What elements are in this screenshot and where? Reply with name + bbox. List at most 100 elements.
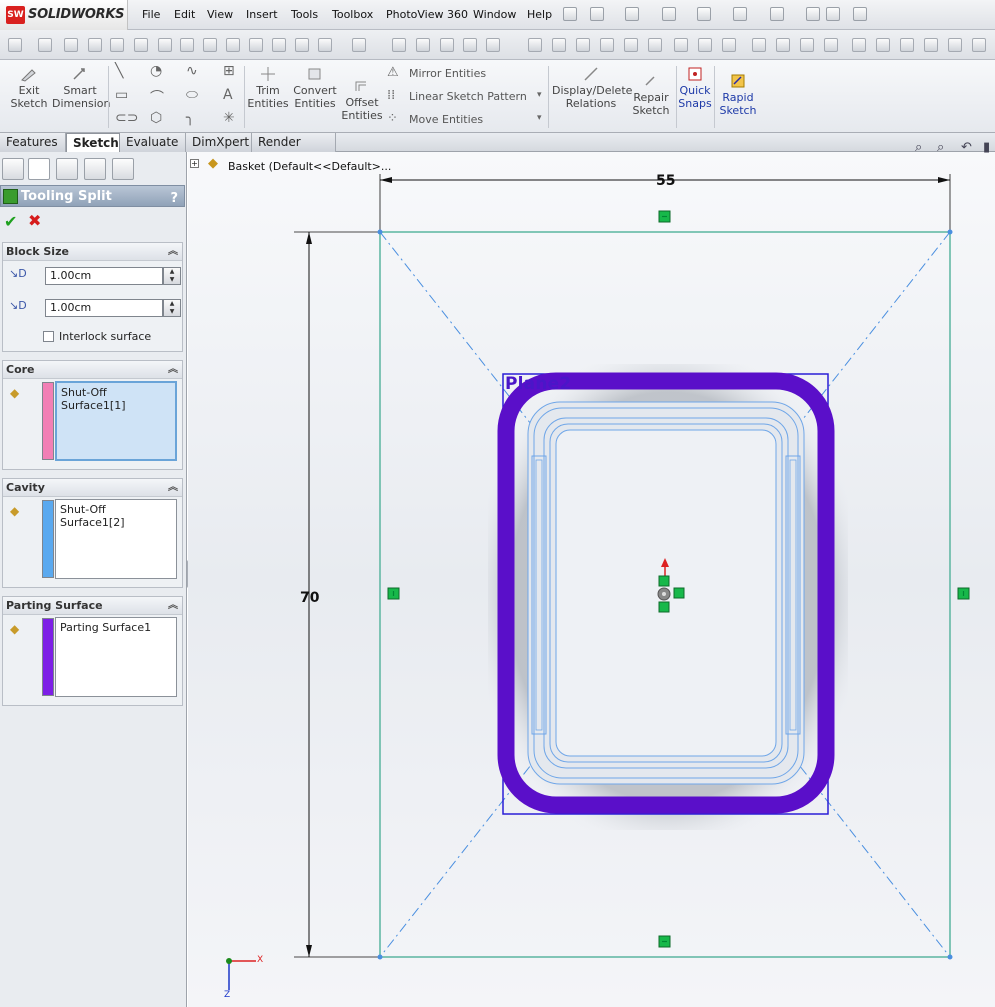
sketch-tools-icon-11[interactable] bbox=[249, 38, 263, 52]
mold-tools-icon-18[interactable] bbox=[824, 38, 838, 52]
rebuild-icon[interactable] bbox=[806, 7, 820, 21]
file-properties-icon[interactable] bbox=[826, 7, 840, 21]
offset-entities-button[interactable]: Offset Entities bbox=[341, 78, 383, 122]
mold-tools-icon-19[interactable] bbox=[852, 38, 866, 52]
exit-sketch-button[interactable]: Exit Sketch bbox=[6, 66, 52, 110]
mold-tools-icon-8[interactable] bbox=[576, 38, 590, 52]
sketch-tools-icon-15[interactable] bbox=[352, 38, 366, 52]
mirror-entities-button[interactable]: Mirror Entities bbox=[409, 67, 486, 80]
smart-dimension-button[interactable]: Smart Dimension bbox=[52, 66, 110, 110]
fillet-icon[interactable]: ╮ bbox=[186, 110, 194, 126]
depth-2-input[interactable]: 1.00cm bbox=[45, 299, 163, 317]
block-size-header[interactable]: Block Size ︽ bbox=[3, 243, 182, 261]
feature-manager-tab-icon[interactable] bbox=[2, 158, 24, 180]
core-selection-box[interactable]: Shut-Off Surface1[1] bbox=[55, 381, 177, 461]
spline-icon[interactable]: ∿ bbox=[186, 63, 198, 79]
rapid-sketch-button[interactable]: Rapid Sketch bbox=[717, 73, 759, 117]
spell-check-icon[interactable] bbox=[8, 38, 22, 52]
sketch-point[interactable] bbox=[377, 954, 383, 960]
menu-photoview[interactable]: PhotoView 360 bbox=[386, 8, 468, 21]
width-dimension-value[interactable]: 55 bbox=[656, 173, 675, 189]
mold-tools-icon-5[interactable] bbox=[486, 38, 500, 52]
new-document-icon[interactable] bbox=[590, 7, 604, 21]
sketch-tools-icon-7[interactable] bbox=[158, 38, 172, 52]
configuration-manager-tab-icon[interactable] bbox=[56, 158, 78, 180]
tab-dimxpert[interactable]: DimXpert bbox=[186, 133, 252, 152]
rectangle-icon[interactable]: ▭ bbox=[115, 87, 128, 103]
repair-sketch-button[interactable]: Repair Sketch bbox=[631, 73, 671, 117]
mold-tools-icon-17[interactable] bbox=[800, 38, 814, 52]
depth-1-spinner[interactable]: ▲ ▼ bbox=[163, 267, 181, 285]
sketch-tools-icon-10[interactable] bbox=[226, 38, 240, 52]
parting-surface-selection-box[interactable]: Parting Surface1 bbox=[55, 617, 177, 697]
open-document-icon[interactable] bbox=[625, 7, 639, 21]
property-manager-tab-icon[interactable] bbox=[28, 158, 50, 180]
grid-icon[interactable]: ⊞ bbox=[223, 63, 235, 79]
menu-tools[interactable]: Tools bbox=[291, 8, 318, 21]
options-icon[interactable] bbox=[853, 7, 867, 21]
tab-render-tools[interactable]: Render Tools bbox=[252, 133, 336, 167]
select-icon[interactable] bbox=[770, 7, 784, 21]
text-icon[interactable]: A bbox=[223, 87, 233, 103]
menu-edit[interactable]: Edit bbox=[174, 8, 195, 21]
menu-view[interactable]: View bbox=[207, 8, 233, 21]
depth-2-spinner[interactable]: ▲ ▼ bbox=[163, 299, 181, 317]
sketch-tools-icon-12[interactable] bbox=[272, 38, 286, 52]
menu-help[interactable]: Help bbox=[527, 8, 552, 21]
checkbox-tool-icon[interactable] bbox=[180, 38, 194, 52]
mold-tools-icon-10[interactable] bbox=[624, 38, 638, 52]
cavity-header[interactable]: Cavity ︽ bbox=[3, 479, 182, 497]
circle-icon[interactable]: ◔ bbox=[150, 63, 162, 79]
display-delete-relations-button[interactable]: Display/Delete Relations bbox=[552, 66, 632, 110]
chevron-double-up-icon[interactable]: ︽ bbox=[168, 361, 178, 379]
chevron-double-up-icon[interactable]: ︽ bbox=[168, 479, 178, 497]
balance-icon[interactable] bbox=[64, 38, 78, 52]
sketch-tools-icon-6[interactable] bbox=[134, 38, 148, 52]
save-icon[interactable] bbox=[662, 7, 676, 21]
dimxpert-manager-tab-icon[interactable] bbox=[84, 158, 106, 180]
mold-tools-icon-4[interactable] bbox=[463, 38, 477, 52]
mold-tools-icon-21[interactable] bbox=[900, 38, 914, 52]
slot-icon[interactable]: ⊂⊃ bbox=[115, 110, 138, 126]
mold-tools-icon-23[interactable] bbox=[948, 38, 962, 52]
mold-tools-icon-16[interactable] bbox=[776, 38, 790, 52]
tab-sketch[interactable]: Sketch bbox=[66, 133, 120, 153]
trim-entities-button[interactable]: Trim Entities bbox=[247, 66, 289, 110]
sketch-tools-icon-2[interactable] bbox=[38, 38, 52, 52]
mold-tools-icon-6[interactable] bbox=[528, 38, 542, 52]
sketch-tools-icon-5[interactable] bbox=[110, 38, 124, 52]
core-header[interactable]: Core ︽ bbox=[3, 361, 182, 379]
ellipse-icon[interactable]: ⬭ bbox=[186, 87, 198, 103]
mold-tools-icon-14[interactable] bbox=[722, 38, 736, 52]
tab-features[interactable]: Features bbox=[0, 133, 66, 152]
polygon-icon[interactable]: ⬡ bbox=[150, 110, 162, 126]
mold-tools-icon-13[interactable] bbox=[698, 38, 712, 52]
sketch-point[interactable] bbox=[377, 229, 383, 235]
parting-surface-header[interactable]: Parting Surface ︽ bbox=[3, 597, 182, 615]
mold-tools-icon-2[interactable] bbox=[416, 38, 430, 52]
line-icon[interactable]: ╲ bbox=[115, 63, 123, 79]
sketch-tools-icon-13[interactable] bbox=[295, 38, 309, 52]
mold-tools-icon-24[interactable] bbox=[972, 38, 986, 52]
x-icon[interactable]: ✖ bbox=[28, 211, 41, 230]
check-relations-icon[interactable] bbox=[318, 38, 332, 52]
menu-insert[interactable]: Insert bbox=[246, 8, 278, 21]
mold-tools-icon-20[interactable] bbox=[876, 38, 890, 52]
help-icon[interactable]: ? bbox=[170, 188, 178, 210]
mold-tools-icon-7[interactable] bbox=[552, 38, 566, 52]
check-icon[interactable]: ✔ bbox=[4, 212, 17, 231]
mold-tools-icon-22[interactable] bbox=[924, 38, 938, 52]
convert-entities-button[interactable]: Convert Entities bbox=[289, 66, 341, 110]
menu-file[interactable]: File bbox=[142, 8, 160, 21]
mold-tools-icon-11[interactable] bbox=[648, 38, 662, 52]
cavity-selection-box[interactable]: Shut-Off Surface1[2] bbox=[55, 499, 177, 579]
solidworks-logo[interactable]: SW SOLIDWORKS bbox=[0, 0, 128, 30]
mold-tools-icon-9[interactable] bbox=[600, 38, 614, 52]
sketch-point[interactable] bbox=[947, 229, 953, 235]
chevron-double-up-icon[interactable]: ︽ bbox=[168, 597, 178, 615]
mold-tools-icon-15[interactable] bbox=[752, 38, 766, 52]
display-manager-tab-icon[interactable] bbox=[112, 158, 134, 180]
mold-tools-icon-3[interactable] bbox=[440, 38, 454, 52]
tab-evaluate[interactable]: Evaluate bbox=[120, 133, 186, 152]
mold-tools-icon-12[interactable] bbox=[674, 38, 688, 52]
